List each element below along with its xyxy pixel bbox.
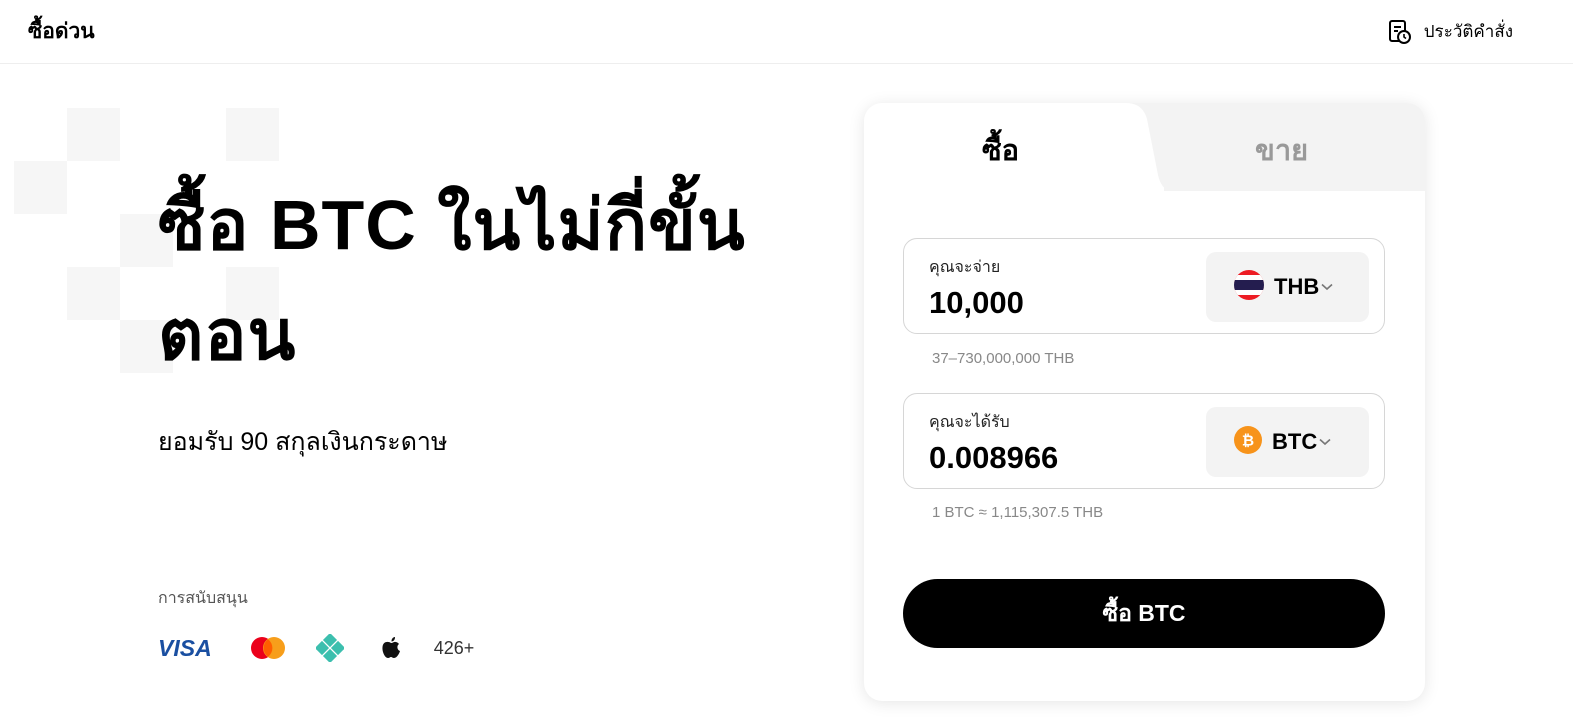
- tab-buy[interactable]: ซื้อ: [982, 127, 1019, 173]
- chevron-down-icon: [1319, 433, 1331, 451]
- more-payment-methods: 426+: [433, 637, 475, 658]
- pay-amount-input[interactable]: [929, 285, 1189, 321]
- pay-amount-field[interactable]: คุณจะจ่าย THB: [903, 238, 1385, 334]
- apple-pay-icon: [380, 636, 402, 660]
- mastercard-icon: [250, 636, 286, 660]
- receive-currency-select[interactable]: ₿ BTC: [1206, 407, 1369, 477]
- svg-text:₿: ₿: [1242, 431, 1254, 449]
- hero-title: ซื้อ BTC ในไม่กี่ขั้น ตอน: [158, 170, 838, 390]
- hero-title-line-2: ตอน: [158, 296, 297, 374]
- order-history-icon: [1388, 19, 1412, 45]
- chevron-down-icon: [1321, 278, 1333, 296]
- hero-subtitle: ยอมรับ 90 สกุลเงินกระดาษ: [158, 428, 448, 456]
- receive-amount-field[interactable]: คุณจะได้รับ ₿ BTC: [903, 393, 1385, 489]
- thailand-flag-icon: [1234, 269, 1264, 305]
- receive-currency-code: BTC: [1272, 429, 1318, 454]
- tab-sell[interactable]: ขาย: [1255, 127, 1308, 173]
- order-history-label: ประวัติคำสั่ง: [1423, 22, 1513, 41]
- bitcoin-icon: ₿: [1234, 425, 1262, 459]
- page-brand[interactable]: ซื้อด่วน: [28, 15, 95, 48]
- hero-section: ซื้อ BTC ในไม่กี่ขั้น ตอน ยอมรับ 90 สกุล…: [158, 170, 838, 462]
- payment-icons: VISA 426+: [158, 633, 474, 663]
- exchange-rate-hint: 1 BTC ≈ 1,115,307.5 THB: [932, 504, 1104, 521]
- pay-currency-code: THB: [1274, 274, 1320, 299]
- buy-btc-button[interactable]: ซื้อ BTC: [903, 579, 1385, 648]
- top-bar: ซื้อด่วน ประวัติคำสั่ง: [0, 0, 1573, 64]
- order-history-link[interactable]: ประวัติคำสั่ง: [1388, 18, 1513, 45]
- pay-currency-select[interactable]: THB: [1206, 252, 1369, 322]
- supported-payments-label: การสนับสนุน: [158, 590, 248, 607]
- receive-amount-label: คุณจะได้รับ: [929, 414, 1010, 431]
- hero-title-line-1: ซื้อ BTC ในไม่กี่ขั้น: [158, 186, 746, 264]
- trade-card: ซื้อ ขาย คุณจะจ่าย THB 37–730,000,000: [864, 103, 1425, 701]
- supported-payments: การสนับสนุน VISA 426+: [158, 586, 474, 663]
- receive-amount-input[interactable]: [929, 440, 1189, 476]
- visa-icon: VISA: [158, 634, 212, 661]
- pay-amount-label: คุณจะจ่าย: [929, 259, 1001, 276]
- pay-range-hint: 37–730,000,000 THB: [932, 350, 1075, 367]
- diamond-pay-icon: [315, 634, 344, 662]
